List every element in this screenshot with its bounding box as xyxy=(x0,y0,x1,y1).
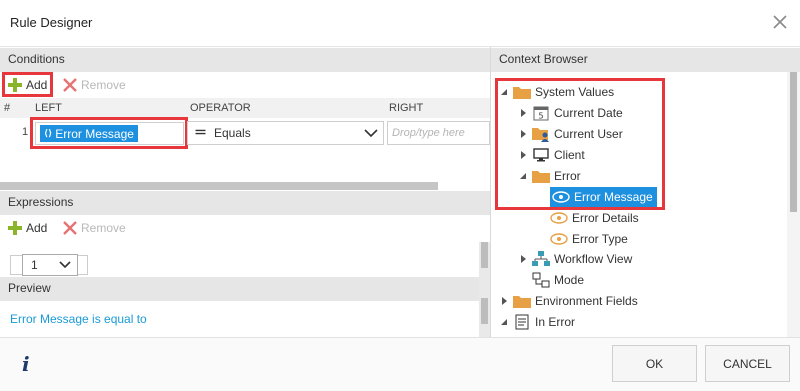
row-number: 1 xyxy=(22,126,29,138)
col-right: RIGHT xyxy=(389,102,424,114)
context-browser-title: Context Browser xyxy=(499,52,588,66)
add-button-highlight xyxy=(2,72,53,97)
expanded-arrow-icon[interactable] xyxy=(500,318,508,326)
conditions-hscroll-thumb[interactable] xyxy=(0,182,438,190)
page-select[interactable]: 1 xyxy=(22,254,78,276)
remove-x-icon xyxy=(63,78,77,92)
preview-title: Preview xyxy=(8,281,51,295)
left-token-highlight xyxy=(30,117,188,149)
dialog-header: Rule Designer xyxy=(0,0,800,47)
tree-label: Environment Fields xyxy=(535,294,638,308)
tree-item-workflow-view[interactable]: Workflow View xyxy=(532,249,632,269)
preview-vscroll-thumb[interactable] xyxy=(481,298,488,324)
expressions-header: Expressions xyxy=(0,191,490,215)
expressions-vscroll-thumb[interactable] xyxy=(481,242,488,268)
right-operand-input[interactable]: Drop/type here xyxy=(387,121,490,145)
folder-icon xyxy=(513,293,531,309)
system-values-highlight xyxy=(495,78,665,210)
conditions-remove-button[interactable]: Remove xyxy=(63,75,126,95)
document-icon xyxy=(513,314,531,330)
remove-x-icon xyxy=(63,221,77,235)
plus-icon xyxy=(8,221,22,235)
tree-item-error-details[interactable]: Error Details xyxy=(550,208,639,228)
mode-icon xyxy=(532,272,550,288)
context-browser-header: Context Browser xyxy=(491,48,800,72)
expressions-remove-button[interactable]: Remove xyxy=(63,218,126,238)
equals-icon: ＝ xyxy=(194,125,208,140)
tree-item-error-type[interactable]: Error Type xyxy=(550,229,628,249)
expressions-remove-label: Remove xyxy=(81,221,126,235)
conditions-grid-header: # LEFT OPERATOR RIGHT xyxy=(0,98,490,118)
cancel-button[interactable]: CANCEL xyxy=(705,345,790,382)
tree-label: Workflow View xyxy=(554,252,633,266)
collapsed-arrow-icon[interactable] xyxy=(519,255,527,263)
tree-label: Error Details xyxy=(572,211,639,225)
operator-select[interactable]: ＝ Equals xyxy=(187,121,384,145)
close-icon[interactable] xyxy=(770,12,790,32)
col-left: LEFT xyxy=(35,102,62,114)
expressions-title: Expressions xyxy=(8,195,74,209)
field-icon xyxy=(550,231,568,247)
expressions-vscroll[interactable] xyxy=(479,242,490,337)
tree-label: Error Type xyxy=(572,232,628,246)
context-browser-vscroll[interactable] xyxy=(787,72,800,337)
preview-text: Error Message is equal to xyxy=(10,312,147,326)
dialog-title: Rule Designer xyxy=(10,15,93,30)
tree-label: In Error xyxy=(535,315,576,329)
chevron-down-icon xyxy=(364,129,378,138)
expressions-add-label: Add xyxy=(26,221,48,235)
col-operator: OPERATOR xyxy=(190,102,251,114)
expressions-add-button[interactable]: Add xyxy=(8,218,47,238)
ok-button[interactable]: OK xyxy=(612,345,697,382)
col-num: # xyxy=(4,102,11,114)
conditions-title: Conditions xyxy=(8,52,65,66)
collapsed-arrow-icon[interactable] xyxy=(500,297,508,305)
info-icon[interactable]: i xyxy=(22,352,30,376)
chevron-down-icon xyxy=(59,261,71,269)
workflow-icon xyxy=(532,251,550,267)
field-icon xyxy=(550,210,568,226)
tree-label: Mode xyxy=(554,273,585,287)
page-value: 1 xyxy=(31,258,38,272)
context-browser-vscroll-thumb[interactable] xyxy=(790,72,797,212)
conditions-remove-label: Remove xyxy=(81,78,126,92)
panel-divider[interactable] xyxy=(490,47,491,337)
operator-value: Equals xyxy=(214,126,251,140)
preview-header: Preview xyxy=(0,277,479,301)
conditions-header: Conditions xyxy=(0,48,490,72)
tree-item-mode[interactable]: Mode xyxy=(532,270,584,290)
tree-item-environment-fields[interactable]: Environment Fields xyxy=(513,291,638,311)
tree-item-in-error[interactable]: In Error xyxy=(513,312,575,332)
